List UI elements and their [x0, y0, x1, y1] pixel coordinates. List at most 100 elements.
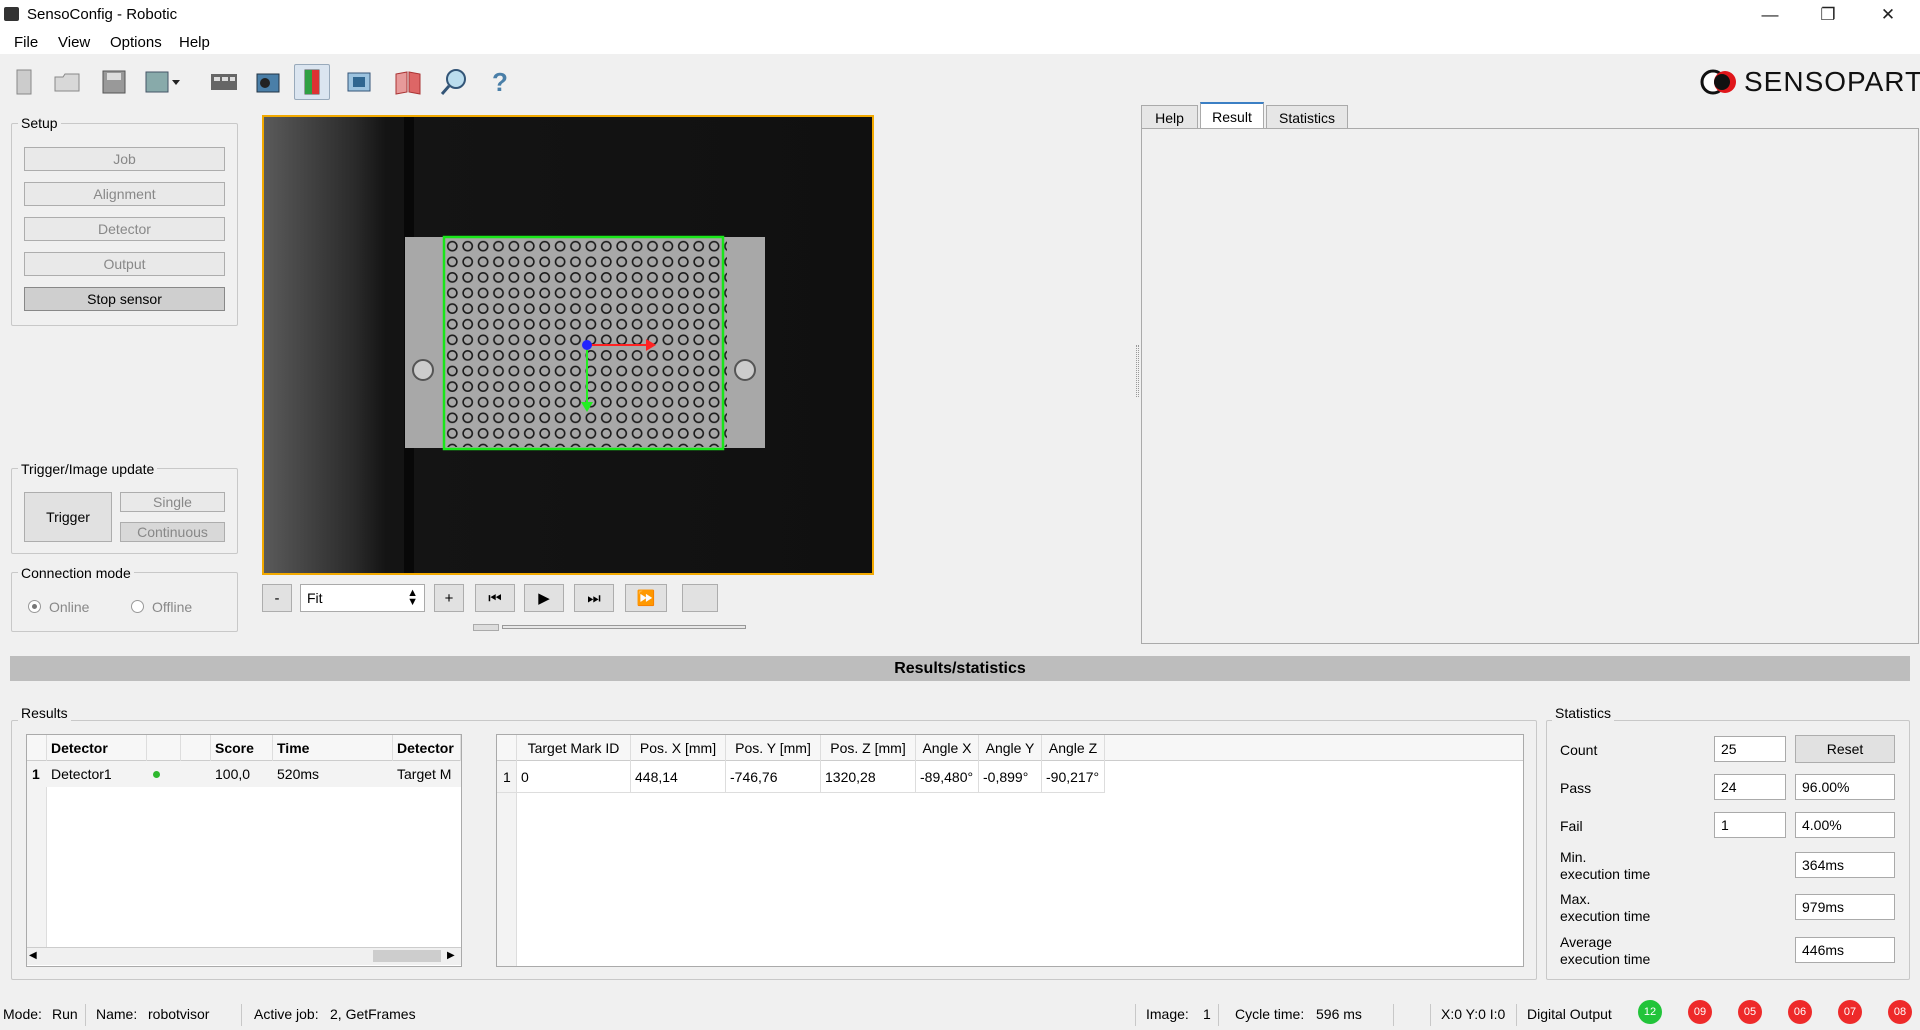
status-dot-icon — [153, 771, 160, 778]
reset-button[interactable]: Reset — [1795, 735, 1895, 763]
book-icon[interactable] — [390, 64, 426, 100]
detector-button[interactable]: Detector — [24, 217, 225, 241]
minimize-button[interactable]: — — [1742, 0, 1798, 30]
angle-x-header[interactable]: Angle X — [916, 735, 979, 761]
status-separator — [1393, 1004, 1394, 1026]
menu-help[interactable]: Help — [179, 34, 210, 51]
tab-result[interactable]: Result — [1200, 102, 1264, 129]
detector-table-header: Detector Score Time Detector — [27, 735, 461, 761]
target-table: Target Mark ID Pos. X [mm] Pos. Y [mm] P… — [496, 734, 1524, 967]
job-button[interactable]: Job — [24, 147, 225, 171]
pass-percent-field: 96.00% — [1795, 774, 1895, 800]
angle-x-cell: -89,480° — [916, 761, 979, 793]
online-radio[interactable] — [28, 600, 41, 613]
restore-button[interactable]: ❐ — [1800, 0, 1856, 30]
zoom-in-button[interactable]: + — [434, 584, 464, 612]
save-icon[interactable] — [96, 64, 132, 100]
avg-label-line2: execution time — [1560, 951, 1651, 967]
alignment-button[interactable]: Alignment — [24, 182, 225, 206]
fast-forward-icon: ⏩ — [636, 590, 656, 607]
output-button[interactable]: Output — [24, 252, 225, 276]
close-button[interactable]: ✕ — [1860, 0, 1916, 30]
pos-z-header[interactable]: Pos. Z [mm] — [821, 735, 916, 761]
camera-icon[interactable] — [250, 64, 286, 100]
single-button[interactable]: Single — [120, 492, 225, 512]
trigger-title: Trigger/Image update — [18, 461, 158, 477]
time-column-header[interactable]: Time — [273, 735, 393, 761]
max-execution-label: Max. execution time — [1560, 891, 1650, 925]
table-row[interactable]: 1 Detector1 100,0 520ms Target M — [27, 761, 461, 787]
max-label-line2: execution time — [1560, 908, 1651, 924]
results-statistics-bar: Results/statistics — [10, 656, 1910, 681]
target-mark-id-header[interactable]: Target Mark ID — [517, 735, 631, 761]
display-icon[interactable] — [342, 64, 378, 100]
frame-slider[interactable] — [502, 625, 746, 629]
table-row[interactable]: 1 0 448,14 -746,76 1320,28 -89,480° -0,8… — [497, 761, 1105, 793]
cycle-time-label: Cycle time: — [1235, 1006, 1305, 1022]
scroll-left-icon[interactable]: ◀ — [29, 950, 37, 961]
scrollbar-thumb[interactable] — [373, 950, 441, 962]
skip-back-icon: ⏮ — [488, 589, 502, 607]
detector-name: Detector1 — [51, 766, 112, 782]
mode-value: Run — [52, 1006, 78, 1022]
count-label: Count — [1560, 742, 1598, 758]
app-icon — [4, 7, 19, 21]
camera-view — [264, 117, 872, 573]
tab-help[interactable]: Help — [1141, 105, 1198, 129]
help-icon[interactable]: ? — [482, 64, 518, 100]
filmstrip-icon[interactable] — [206, 64, 242, 100]
status-separator — [241, 1004, 242, 1026]
status-column-header[interactable] — [147, 735, 181, 761]
tab-statistics[interactable]: Statistics — [1266, 105, 1348, 129]
max-execution-field: 979ms — [1795, 894, 1895, 920]
zoom-out-button[interactable]: - — [262, 584, 292, 612]
new-file-icon[interactable] — [6, 64, 42, 100]
avg-execution-field: 446ms — [1795, 937, 1895, 963]
digital-output-label: Digital Output — [1527, 1006, 1612, 1022]
slider-handle[interactable] — [473, 624, 499, 631]
blank-column-header[interactable] — [181, 735, 211, 761]
first-frame-button[interactable]: ⏮ — [475, 584, 515, 612]
results-title: Results — [18, 705, 71, 721]
run-mode-icon[interactable] — [294, 64, 330, 100]
target-mark-id-cell: 0 — [517, 761, 631, 793]
digital-output-led-12: 12 — [1638, 1000, 1662, 1024]
score-column-header[interactable]: Score — [211, 735, 273, 761]
pos-x-header[interactable]: Pos. X [mm] — [631, 735, 726, 761]
detector-column-header[interactable]: Detector — [47, 735, 147, 761]
pos-y-header[interactable]: Pos. Y [mm] — [726, 735, 821, 761]
last-frame-button[interactable]: ⏩ — [625, 584, 667, 612]
camera-image[interactable] — [262, 115, 874, 575]
offline-label: Offline — [152, 599, 193, 615]
trigger-button[interactable]: Trigger — [24, 492, 112, 542]
angle-y-header[interactable]: Angle Y — [979, 735, 1042, 761]
name-value: robotvisor — [148, 1006, 210, 1022]
offline-radio[interactable] — [131, 600, 144, 613]
stop-sensor-button[interactable]: Stop sensor — [24, 287, 225, 311]
search-icon[interactable] — [436, 64, 472, 100]
result-panel — [1141, 128, 1919, 644]
cycle-time-value: 596 ms — [1316, 1006, 1362, 1022]
image-label: Image: — [1146, 1006, 1189, 1022]
continuous-button[interactable]: Continuous — [120, 522, 225, 542]
max-label-line1: Max. — [1560, 891, 1591, 907]
horizontal-scrollbar[interactable]: ◀ ▶ — [27, 947, 461, 965]
active-job-label: Active job: — [254, 1006, 319, 1022]
next-frame-button[interactable]: ⏭ — [574, 584, 614, 612]
scroll-right-icon[interactable]: ▶ — [447, 950, 455, 961]
record-button[interactable] — [682, 584, 718, 612]
play-button[interactable]: ▶ — [524, 584, 564, 612]
angle-z-header[interactable]: Angle Z — [1042, 735, 1105, 761]
open-folder-icon[interactable] — [50, 64, 86, 100]
detector-type-column-header[interactable]: Detector — [393, 735, 461, 761]
menu-options[interactable]: Options — [110, 34, 162, 51]
score-value: 100,0 — [215, 766, 251, 782]
save-to-sensor-icon[interactable] — [144, 64, 180, 100]
menu-view[interactable]: View — [58, 34, 90, 51]
menu-file[interactable]: File — [14, 34, 38, 51]
status-separator — [1516, 1004, 1517, 1026]
splitter-handle[interactable] — [1136, 345, 1139, 397]
online-label: Online — [49, 599, 90, 615]
status-bar: Mode: Run Name: robotvisor Active job: 2… — [0, 1000, 1920, 1030]
zoom-select[interactable]: Fit ▲ ▼ — [300, 584, 425, 612]
